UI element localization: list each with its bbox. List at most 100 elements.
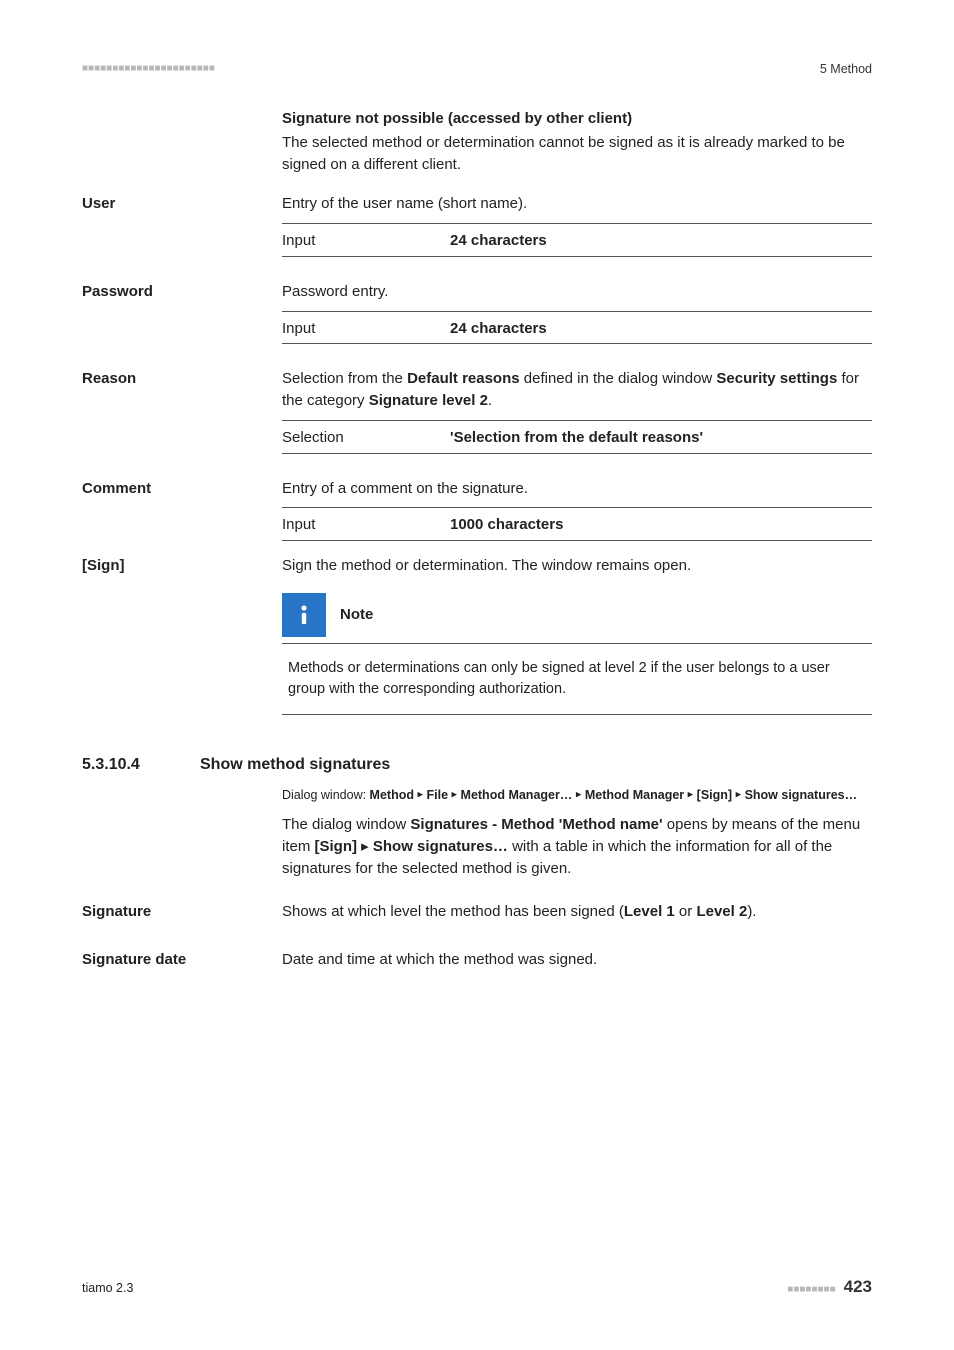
signature-date-desc: Date and time at which the method was si… — [282, 949, 872, 971]
show-desc-b1: Signatures - Method 'Method name' — [410, 816, 662, 833]
footer-dashes: ■■■■■■■■ — [787, 1283, 835, 1298]
rule — [282, 256, 872, 257]
signature-date-label: Signature date — [82, 949, 282, 979]
signature-content: Shows at which level the method has been… — [282, 901, 872, 931]
show-desc-b3: Show signatures… — [373, 838, 508, 855]
sig-desc-mid: or — [675, 903, 697, 920]
sig-desc-end: ). — [747, 903, 756, 920]
arrow-icon: ▸ — [576, 789, 582, 801]
page-number: 423 — [844, 1275, 872, 1300]
reason-desc-end: . — [488, 392, 492, 409]
reason-label: Reason — [82, 368, 282, 459]
password-input-val: 24 characters — [450, 318, 872, 340]
sig-desc-b1: Level 1 — [624, 903, 675, 920]
path-b6: Show signatures… — [745, 788, 858, 802]
rule — [282, 453, 872, 454]
section-title: Show method signatures — [200, 753, 390, 776]
note-footer-rule — [282, 714, 872, 715]
note-title: Note — [340, 604, 373, 626]
path-pre: Dialog window: — [282, 788, 370, 802]
comment-row: Comment Entry of a comment on the signat… — [82, 478, 872, 548]
password-input-row: Input 24 characters — [282, 318, 872, 340]
rule — [282, 311, 872, 312]
rule — [282, 223, 872, 224]
password-label: Password — [82, 281, 282, 351]
path-b1: Method — [370, 788, 414, 802]
reason-desc-b2: Security settings — [716, 370, 837, 387]
page-container: ■■■■■■■■■■■■■■■■■■■■■■ 5 Method Signatur… — [0, 0, 954, 1350]
info-icon — [282, 593, 326, 637]
password-row: Password Password entry. Input 24 charac… — [82, 281, 872, 351]
section-body: Dialog window: Method ▸ File ▸ Method Ma… — [282, 786, 872, 879]
signature-desc: Shows at which level the method has been… — [282, 901, 872, 923]
show-desc-pre: The dialog window — [282, 816, 410, 833]
user-input-val: 24 characters — [450, 230, 872, 252]
show-desc-arrow: ▸ — [357, 838, 373, 855]
sig-not-possible-title: Signature not possible (accessed by othe… — [282, 108, 872, 130]
user-label: User — [82, 193, 282, 263]
section-heading-row: 5.3.10.4 Show method signatures — [82, 753, 872, 776]
reason-desc-b1: Default reasons — [407, 370, 520, 387]
footer-left: tiamo 2.3 — [82, 1279, 133, 1297]
password-input-key: Input — [282, 318, 450, 340]
reason-row: Reason Selection from the Default reason… — [82, 368, 872, 459]
arrow-icon: ▸ — [688, 789, 694, 801]
path-b4: Method Manager — [585, 788, 684, 802]
comment-desc: Entry of a comment on the signature. — [282, 478, 872, 500]
rule — [282, 420, 872, 421]
reason-desc-m1: defined in the dialog window — [520, 370, 717, 387]
section-desc: The dialog window Signatures - Method 'M… — [282, 814, 872, 879]
signature-date-content: Date and time at which the method was si… — [282, 949, 872, 979]
chapter-label: 5 Method — [820, 60, 872, 78]
page-footer: tiamo 2.3 ■■■■■■■■ 423 — [82, 1275, 872, 1300]
reason-sel-key: Selection — [282, 427, 450, 449]
arrow-icon: ▸ — [417, 789, 423, 801]
reason-content: Selection from the Default reasons defin… — [282, 368, 872, 459]
dialog-path: Dialog window: Method ▸ File ▸ Method Ma… — [282, 786, 872, 804]
reason-desc: Selection from the Default reasons defin… — [282, 368, 872, 412]
sig-desc-pre: Shows at which level the method has been… — [282, 903, 624, 920]
user-content: Entry of the user name (short name). Inp… — [282, 193, 872, 263]
reason-desc-pre: Selection from the — [282, 370, 407, 387]
user-row: User Entry of the user name (short name)… — [82, 193, 872, 263]
reason-desc-b3: Signature level 2 — [369, 392, 488, 409]
comment-content: Entry of a comment on the signature. Inp… — [282, 478, 872, 548]
user-input-key: Input — [282, 230, 450, 252]
header-dashes: ■■■■■■■■■■■■■■■■■■■■■■ — [82, 62, 215, 77]
reason-sel-val: 'Selection from the default reasons' — [450, 427, 872, 449]
note-header: Note — [282, 593, 872, 644]
section-number: 5.3.10.4 — [82, 753, 172, 776]
page-header: ■■■■■■■■■■■■■■■■■■■■■■ 5 Method — [82, 60, 872, 78]
rule — [282, 343, 872, 344]
sign-content: Sign the method or determination. The wi… — [282, 555, 872, 729]
sign-label: [Sign] — [82, 555, 282, 729]
rule — [282, 540, 872, 541]
signature-date-row: Signature date Date and time at which th… — [82, 949, 872, 979]
arrow-icon: ▸ — [736, 789, 742, 801]
arrow-icon: ▸ — [452, 789, 458, 801]
comment-input-key: Input — [282, 514, 450, 536]
user-input-row: Input 24 characters — [282, 230, 872, 252]
show-desc-b2: [Sign] — [315, 838, 358, 855]
comment-input-row: Input 1000 characters — [282, 514, 872, 536]
rule — [282, 507, 872, 508]
path-b3: Method Manager… — [461, 788, 573, 802]
comment-input-val: 1000 characters — [450, 514, 872, 536]
info-icon-svg — [292, 603, 316, 627]
path-b2: File — [426, 788, 448, 802]
signature-not-possible-block: Signature not possible (accessed by othe… — [282, 108, 872, 175]
sig-not-possible-body: The selected method or determination can… — [282, 132, 872, 176]
note-box: Note Methods or determinations can only … — [282, 593, 872, 715]
user-desc: Entry of the user name (short name). — [282, 193, 872, 215]
sig-desc-b2: Level 2 — [696, 903, 747, 920]
sign-desc: Sign the method or determination. The wi… — [282, 555, 872, 577]
signature-row: Signature Shows at which level the metho… — [82, 901, 872, 931]
path-b5: [Sign] — [697, 788, 732, 802]
signature-label: Signature — [82, 901, 282, 931]
reason-sel-row: Selection 'Selection from the default re… — [282, 427, 872, 449]
comment-label: Comment — [82, 478, 282, 548]
sign-row: [Sign] Sign the method or determination.… — [82, 555, 872, 729]
note-body: Methods or determinations can only be si… — [282, 644, 872, 706]
footer-right: ■■■■■■■■ 423 — [787, 1275, 872, 1300]
password-desc: Password entry. — [282, 281, 872, 303]
